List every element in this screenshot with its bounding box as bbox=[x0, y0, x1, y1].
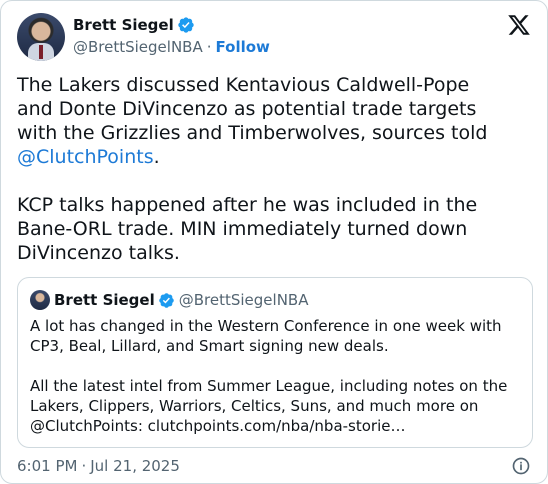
tweet-card: Brett Siegel @BrettSiegelNBA · Follow The … bbox=[0, 0, 548, 484]
tweet-line: DiVincenzo talks. bbox=[17, 242, 180, 264]
quote-line: A lot has changed in the Western Confere… bbox=[30, 317, 502, 335]
author-name-row: Brett Siegel bbox=[73, 16, 195, 34]
quote-line: CP3, Beal, Lillard, and Smart signing ne… bbox=[30, 337, 389, 355]
author-handle-row: @BrettSiegelNBA · Follow bbox=[73, 38, 270, 56]
tweet-date: Jul 21, 2025 bbox=[90, 457, 180, 475]
quoted-tweet-header: Brett Siegel @BrettSiegelNBA bbox=[30, 290, 308, 310]
tweet-time: 6:01 PM bbox=[17, 457, 78, 475]
quoted-tweet[interactable]: Brett Siegel @BrettSiegelNBA A lot has c… bbox=[17, 277, 533, 448]
separator-dot: · bbox=[206, 38, 212, 56]
tweet-line: @ClutchPoints. bbox=[17, 145, 533, 169]
tweet-line: Bane-ORL trade. MIN immediately turned d… bbox=[17, 218, 468, 240]
separator-dot: · bbox=[81, 457, 87, 475]
tweet-text: The Lakers discussed Kentavious Caldwell… bbox=[17, 73, 533, 265]
tweet-header: Brett Siegel @BrettSiegelNBA · Follow bbox=[17, 13, 533, 61]
quoted-avatar bbox=[30, 290, 50, 310]
verified-badge-icon bbox=[178, 17, 194, 33]
info-icon[interactable] bbox=[511, 456, 531, 476]
quoted-author-handle: @BrettSiegelNBA bbox=[178, 291, 309, 309]
tweet-line: and Donte DiVincenzo as potential trade … bbox=[17, 98, 477, 120]
clutchpoints-mention-link[interactable]: @ClutchPoints bbox=[17, 146, 154, 168]
quoted-author-name: Brett Siegel bbox=[54, 291, 155, 309]
avatar-tie bbox=[39, 45, 43, 59]
mention-suffix: . bbox=[153, 146, 160, 168]
quote-line: Lakers, Clippers, Warriors, Celtics, Sun… bbox=[30, 397, 479, 415]
avatar[interactable] bbox=[17, 13, 65, 61]
tweet-line: KCP talks happened after he was included… bbox=[17, 194, 478, 216]
tweet-line: The Lakers discussed Kentavious Caldwell… bbox=[17, 74, 470, 96]
tweet-timestamp[interactable]: 6:01 PM · Jul 21, 2025 bbox=[17, 457, 180, 475]
quote-line: @ClutchPoints: clutchpoints.com/nba/nba-… bbox=[30, 417, 406, 435]
author-handle[interactable]: @BrettSiegelNBA bbox=[73, 38, 203, 56]
verified-badge-icon bbox=[158, 292, 174, 308]
follow-button[interactable]: Follow bbox=[216, 38, 270, 56]
tweet-line: with the Grizzlies and Timberwolves, sou… bbox=[17, 122, 488, 144]
author-name[interactable]: Brett Siegel bbox=[73, 16, 174, 34]
quote-line: All the latest intel from Summer League,… bbox=[30, 377, 508, 395]
quoted-tweet-text: A lot has changed in the Western Confere… bbox=[30, 316, 520, 436]
x-logo-icon[interactable] bbox=[507, 13, 531, 37]
